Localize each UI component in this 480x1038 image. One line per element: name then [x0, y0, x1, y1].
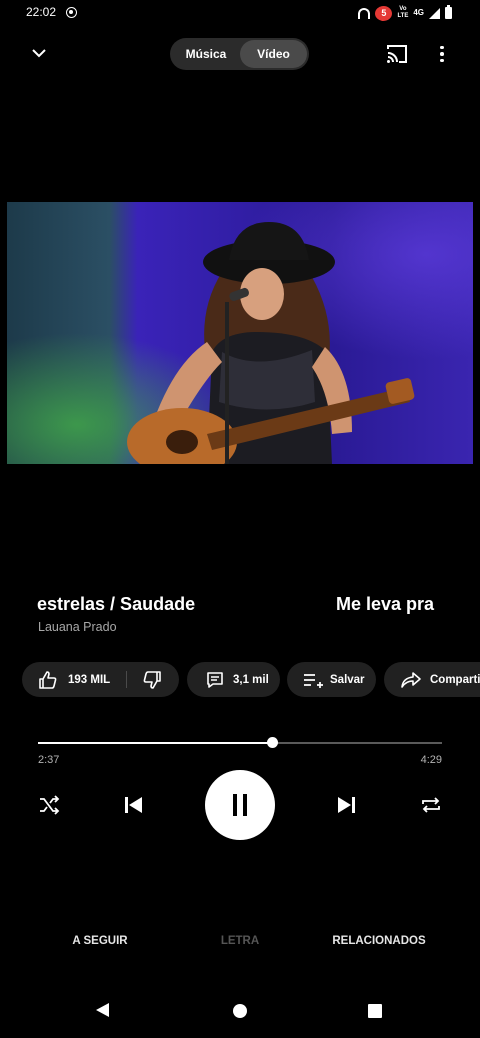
like-dislike-chip: 193 MIL — [22, 662, 179, 697]
shuffle-icon[interactable] — [37, 793, 61, 817]
current-time: 2:37 — [38, 754, 60, 766]
comments-button[interactable]: 3,1 mil — [187, 662, 280, 697]
artist-name[interactable]: Lauana Prado — [38, 620, 117, 634]
track-title-marquee: estrelas / Saudade Me leva pra — [0, 594, 480, 618]
screen-record-icon — [66, 7, 77, 18]
share-icon — [401, 671, 421, 688]
video-player[interactable] — [7, 202, 473, 464]
status-bar: 22:02 5 Vo LTE 4G — [0, 0, 480, 26]
thumbs-up-icon — [39, 670, 57, 689]
nav-home-icon[interactable] — [233, 1004, 247, 1018]
status-icons: 5 Vo LTE 4G — [358, 4, 452, 22]
pause-icon-bar-right — [243, 794, 247, 816]
tab-related[interactable]: RELACIONADOS — [322, 935, 436, 947]
thumbs-down-icon — [143, 671, 161, 689]
toggle-music[interactable]: Música — [172, 40, 240, 68]
notification-badge-icon: 5 — [375, 5, 393, 21]
share-label: Compartilhar — [430, 673, 480, 686]
video-frame — [7, 202, 473, 464]
signal-icon — [429, 7, 440, 19]
toggle-video[interactable]: Vídeo — [240, 40, 307, 68]
network-type: 4G — [413, 8, 424, 17]
like-count: 193 MIL — [68, 673, 111, 686]
music-video-toggle: Música Vídeo — [170, 38, 309, 70]
progress-handle[interactable] — [267, 737, 279, 748]
share-button[interactable]: Compartilhar — [384, 662, 480, 697]
nav-back-icon[interactable] — [96, 1003, 109, 1017]
action-chips: 193 MIL 3,1 mil Salvar Compartilhar — [22, 662, 480, 698]
previous-icon[interactable] — [120, 792, 146, 818]
tab-up-next[interactable]: A SEGUIR — [60, 935, 140, 947]
total-time: 4:29 — [420, 754, 442, 766]
tab-lyrics[interactable]: LETRA — [200, 935, 280, 947]
chevron-down-icon[interactable] — [28, 42, 50, 64]
progress-fill — [38, 742, 273, 744]
volte-bottom-text: LTE — [397, 13, 409, 19]
next-icon[interactable] — [334, 792, 360, 818]
save-button[interactable]: Salvar — [287, 662, 376, 697]
track-title-continuation: Me leva pra — [336, 594, 435, 614]
playlist-add-icon — [304, 673, 323, 688]
battery-icon — [445, 5, 452, 19]
save-label: Salvar — [330, 673, 365, 686]
progress-bar[interactable] — [38, 737, 442, 748]
volte-top-text: Vo — [399, 6, 407, 12]
pause-button[interactable] — [205, 770, 275, 840]
status-time: 22:02 — [26, 5, 57, 19]
nav-recents-icon[interactable] — [368, 1004, 382, 1018]
comment-icon — [207, 671, 223, 688]
pause-icon-bar-left — [233, 794, 237, 816]
volte-icon: Vo LTE — [397, 6, 408, 20]
dislike-button[interactable] — [142, 670, 162, 693]
headset-icon — [358, 7, 371, 19]
cast-icon[interactable] — [385, 43, 409, 65]
like-button[interactable] — [38, 670, 58, 690]
track-title: estrelas / Saudade — [37, 594, 196, 614]
more-vertical-icon[interactable] — [432, 42, 452, 66]
comment-count: 3,1 mil — [233, 673, 269, 686]
chip-divider — [126, 671, 127, 688]
repeat-icon[interactable] — [419, 793, 443, 817]
